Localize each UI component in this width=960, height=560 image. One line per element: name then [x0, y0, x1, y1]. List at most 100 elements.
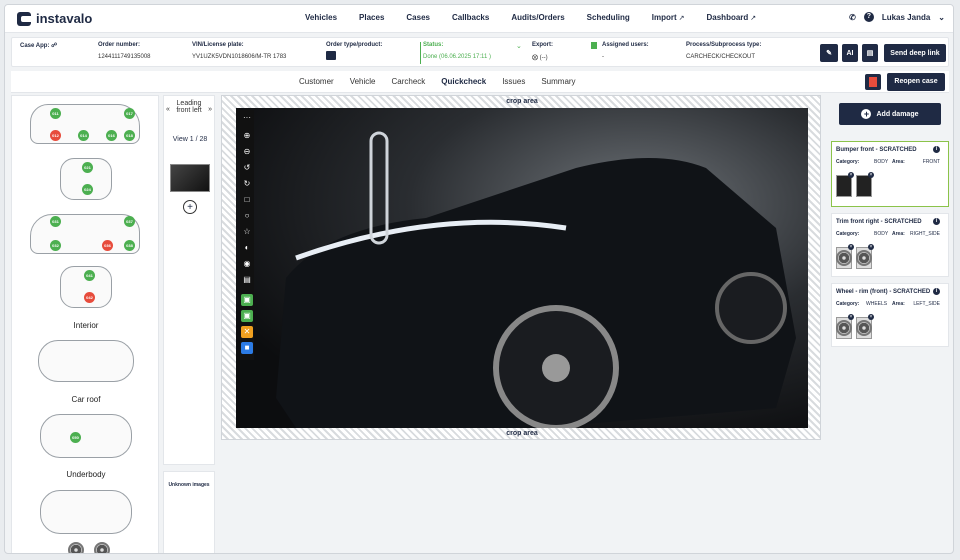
tab-vehicle[interactable]: Vehicle — [350, 77, 376, 86]
link-icon[interactable]: ☍ — [51, 43, 57, 49]
view-count: 1 / 28 — [189, 136, 208, 143]
damage-image[interactable] — [856, 314, 874, 339]
damage-card[interactable]: Bumper front - SCRATCHED i Category: BODY A… — [831, 141, 949, 207]
zone-dot[interactable]: 014 — [78, 130, 89, 141]
edit-icon: ✎ — [826, 50, 832, 57]
zone-dot[interactable]: 042 — [84, 292, 95, 303]
add-image-button[interactable]: + — [183, 200, 197, 214]
export-label: Export: — [532, 42, 553, 48]
palette-icon[interactable]: ◉ — [241, 258, 253, 270]
tab-customer[interactable]: Customer — [299, 77, 334, 86]
view-selector[interactable]: « Leading front left » — [166, 100, 212, 124]
underbody-diagram[interactable] — [40, 490, 132, 534]
menu-import[interactable]: Import — [652, 13, 685, 22]
menu-audits[interactable]: Audits/Orders — [511, 13, 564, 22]
interior-diagram[interactable] — [38, 340, 134, 382]
rotate-left-icon[interactable]: ↺ — [241, 162, 253, 174]
damage-image[interactable] — [836, 314, 854, 339]
vin-value: YV1UZK5VDN1018606/M-TR 1783 — [192, 54, 287, 60]
section-car-roof: Car roof — [71, 395, 101, 404]
zone-dot[interactable]: 021 — [82, 162, 93, 173]
damage-image[interactable] — [856, 244, 874, 269]
status-chevron-icon[interactable]: ⌄ — [516, 42, 522, 50]
zone-dot[interactable]: 012 — [50, 130, 61, 141]
ai-button[interactable]: AI — [842, 44, 858, 62]
phone-icon[interactable]: ✆ — [849, 13, 856, 22]
delete-icon[interactable]: ■ — [241, 342, 253, 354]
unknown-images[interactable]: Unknown images — [163, 471, 215, 553]
user-name[interactable]: Lukas Janda — [882, 13, 930, 22]
damage-title: Bumper front - SCRATCHED — [836, 147, 917, 153]
zone-dot[interactable]: 038 — [124, 240, 135, 251]
zone-dot[interactable]: 024 — [82, 184, 93, 195]
damage-image[interactable] — [836, 244, 854, 269]
zone-dot[interactable]: 017 — [124, 108, 135, 119]
damage-card[interactable]: Trim front right - SCRATCHED i Category: B… — [831, 213, 949, 277]
vehicle-photo[interactable]: ··· ⊕ ⊖ ↺ ↻ □ ○ ☆ ◐ ◉ ▤ ▣ ▣ ✕ ■ — [236, 108, 808, 428]
save-as-icon[interactable]: ▣ — [241, 310, 253, 322]
info-icon[interactable]: i — [933, 288, 940, 295]
send-deep-link-button[interactable]: Send deep link — [884, 44, 946, 62]
zone-dot[interactable]: 032 — [50, 240, 61, 251]
damage-image[interactable] — [836, 172, 854, 197]
damage-image[interactable] — [856, 172, 874, 197]
pdf-button[interactable] — [865, 74, 881, 90]
zone-dot[interactable]: 018 — [124, 130, 135, 141]
zone-dot[interactable]: 016 — [106, 130, 117, 141]
damage-title: Trim front right - SCRATCHED — [836, 219, 922, 225]
zone-dot[interactable]: 036 — [102, 240, 113, 251]
process-value: CARCHECK/CHECKOUT — [686, 54, 756, 60]
export-status-icon: ⨂ — [532, 55, 538, 61]
roof-diagram[interactable] — [40, 414, 132, 458]
menu-vehicles[interactable]: Vehicles — [305, 13, 337, 22]
order-number-value: 1244111749135008 — [98, 54, 151, 60]
brand-logo[interactable]: instavalo — [17, 11, 92, 26]
zoom-in-icon[interactable]: ⊕ — [241, 130, 253, 142]
image-thumbnail[interactable] — [170, 164, 210, 192]
zone-dot[interactable]: 041 — [84, 270, 95, 281]
zone-dot[interactable]: 050 — [70, 432, 81, 443]
plus-icon: + — [861, 109, 872, 119]
wheel-icon[interactable] — [68, 542, 84, 553]
info-icon[interactable]: i — [933, 218, 940, 225]
tab-carcheck[interactable]: Carcheck — [391, 77, 425, 86]
circle-icon[interactable]: ○ — [241, 210, 253, 222]
next-view-icon[interactable]: » — [208, 106, 212, 113]
rotate-right-icon[interactable]: ↻ — [241, 178, 253, 190]
wheel-icon — [836, 320, 852, 336]
brightness-icon[interactable]: ◐ — [241, 242, 253, 254]
image-viewer: crop area ··· ⊕ ⊖ ↺ ↻ □ ○ ☆ ◐ ◉ ▤ ▣ ▣ ✕ … — [221, 95, 821, 440]
crop-icon[interactable]: □ — [241, 194, 253, 206]
document-button[interactable]: ▤ — [862, 44, 878, 62]
tab-quickcheck[interactable]: Quickcheck — [441, 77, 486, 86]
process-label: Process/Subprocess type: — [686, 42, 762, 48]
category-label: Category: — [836, 231, 860, 237]
menu-places[interactable]: Places — [359, 13, 384, 22]
zoom-out-icon[interactable]: ⊖ — [241, 146, 253, 158]
zone-dot[interactable]: 011 — [50, 108, 61, 119]
menu-dashboard[interactable]: Dashboard — [707, 13, 757, 22]
view-counter: View 1 / 28 — [164, 136, 216, 143]
edit-button[interactable]: ✎ — [820, 44, 838, 62]
prev-view-icon[interactable]: « — [166, 106, 170, 113]
damage-panel: + Add damage Bumper front - SCRATCHED i C… — [825, 95, 949, 553]
zone-dot[interactable]: 037 — [124, 216, 135, 227]
reset-icon[interactable]: ✕ — [241, 326, 253, 338]
reopen-case-button[interactable]: Reopen case — [887, 73, 945, 91]
save-icon[interactable]: ▣ — [241, 294, 253, 306]
damage-card[interactable]: Wheel - rim (front) - SCRATCHED i Categor… — [831, 283, 949, 347]
tab-summary[interactable]: Summary — [541, 77, 575, 86]
chevron-down-icon[interactable]: ⌄ — [938, 13, 945, 22]
wheel-icon[interactable] — [94, 542, 110, 553]
database-icon[interactable]: ▤ — [241, 274, 253, 286]
menu-cases[interactable]: Cases — [406, 13, 430, 22]
tab-issues[interactable]: Issues — [502, 77, 525, 86]
menu-scheduling[interactable]: Scheduling — [587, 13, 630, 22]
zone-dot[interactable]: 031 — [50, 216, 61, 227]
star-icon[interactable]: ☆ — [241, 226, 253, 238]
menu-callbacks[interactable]: Callbacks — [452, 13, 489, 22]
info-icon[interactable]: i — [933, 146, 940, 153]
more-icon[interactable]: ··· — [241, 112, 253, 124]
add-damage-button[interactable]: + Add damage — [839, 103, 941, 125]
help-icon[interactable]: ? — [863, 12, 874, 22]
